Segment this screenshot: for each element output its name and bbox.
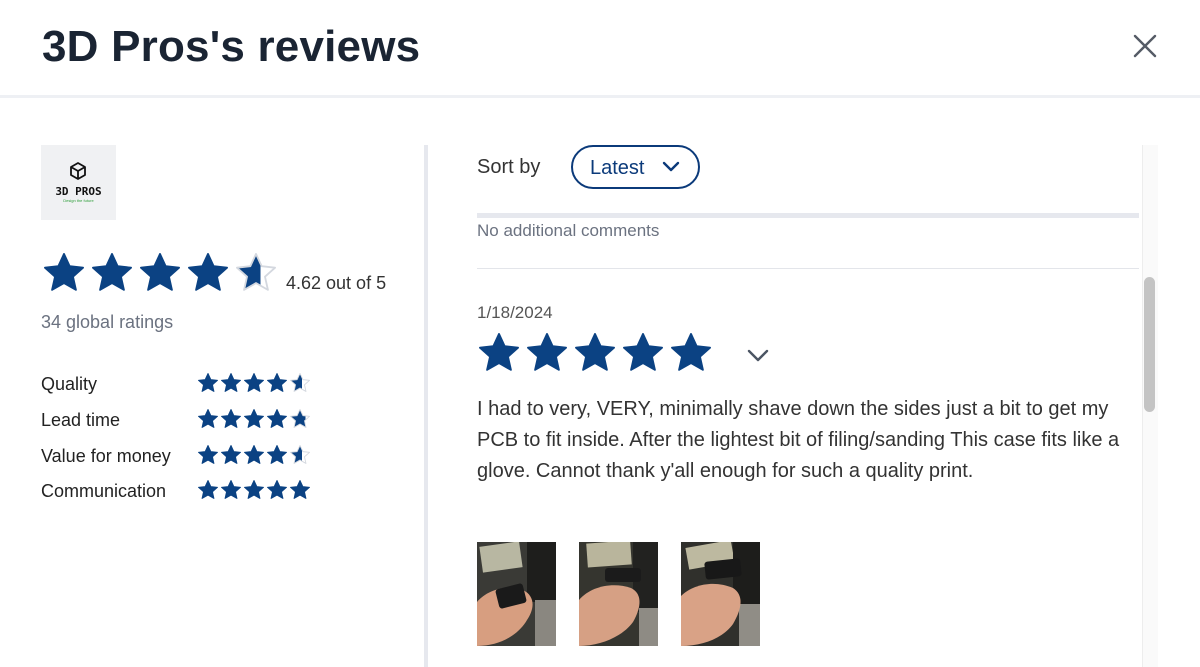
star-icon [198,409,218,428]
sort-dropdown[interactable]: Latest [571,145,700,189]
star-icon [198,445,218,464]
star-icon [479,333,519,371]
criteria-stars [197,408,317,430]
star-icon [267,445,287,464]
criteria-stars [197,444,317,466]
close-icon[interactable] [1130,31,1160,61]
star-icon [290,480,310,499]
criteria-label: Communication [41,481,167,501]
star-icon [290,445,310,464]
logo-text: 3D PROS [55,185,102,198]
sort-value: Latest [590,157,645,179]
scrollbar-thumb[interactable] [1144,277,1155,412]
criteria-stars [197,479,317,501]
sort-label: Sort by [477,156,541,178]
star-icon [267,373,287,392]
star-icon [198,480,218,499]
previous-review-comment: No additional comments [477,221,660,240]
star-icon [623,333,663,371]
star-icon [671,333,711,371]
criteria-stars [197,372,317,394]
star-icon [575,333,615,371]
review-date: 1/18/2024 [477,303,553,322]
chevron-down-icon [662,161,680,172]
reviews-panel: Sort by Latest No additional comments 1/… [428,101,1200,667]
average-rating-text: 4.62 out of 5 [286,273,387,293]
review-photo-1[interactable] [477,542,556,646]
star-icon [267,409,287,428]
global-ratings-count: 34 global ratings [41,312,174,332]
star-icon [188,253,228,291]
star-icon [244,480,264,499]
star-icon [221,373,241,392]
star-icon [221,480,241,499]
logo-tagline: Design the future [63,198,94,203]
star-icon [198,373,218,392]
expand-chevron-icon[interactable] [746,347,770,365]
photo-hand-case-icon [477,542,556,646]
cube-icon [70,162,86,180]
criteria-label: Lead time [41,410,121,430]
review-separator [477,268,1139,269]
star-icon [221,409,241,428]
page-title: 3D Pros's reviews [42,22,421,71]
review-photo-2[interactable] [579,542,658,646]
star-icon [236,253,276,291]
criteria-label: Quality [41,374,98,394]
list-top-border [477,213,1139,218]
star-icon [44,253,84,291]
star-icon [92,253,132,291]
criteria-label: Value for money [41,446,171,466]
star-icon [221,445,241,464]
photo-hand-case-icon [681,542,760,646]
seller-logo: 3D PROS Design the future [41,145,116,220]
star-icon [244,409,264,428]
seller-summary: 3D PROS Design the future 4.62 out of 5 … [0,101,424,667]
review-photo-3[interactable] [681,542,760,646]
star-icon [527,333,567,371]
star-icon [290,373,310,392]
star-icon [244,445,264,464]
star-icon [267,480,287,499]
star-icon [140,253,180,291]
photo-hand-case-icon [579,542,658,646]
star-icon [244,373,264,392]
modal-header: 3D Pros's reviews [0,0,1200,98]
review-text: I had to very, VERY, minimally shave dow… [477,398,1120,482]
star-icon [290,409,310,428]
